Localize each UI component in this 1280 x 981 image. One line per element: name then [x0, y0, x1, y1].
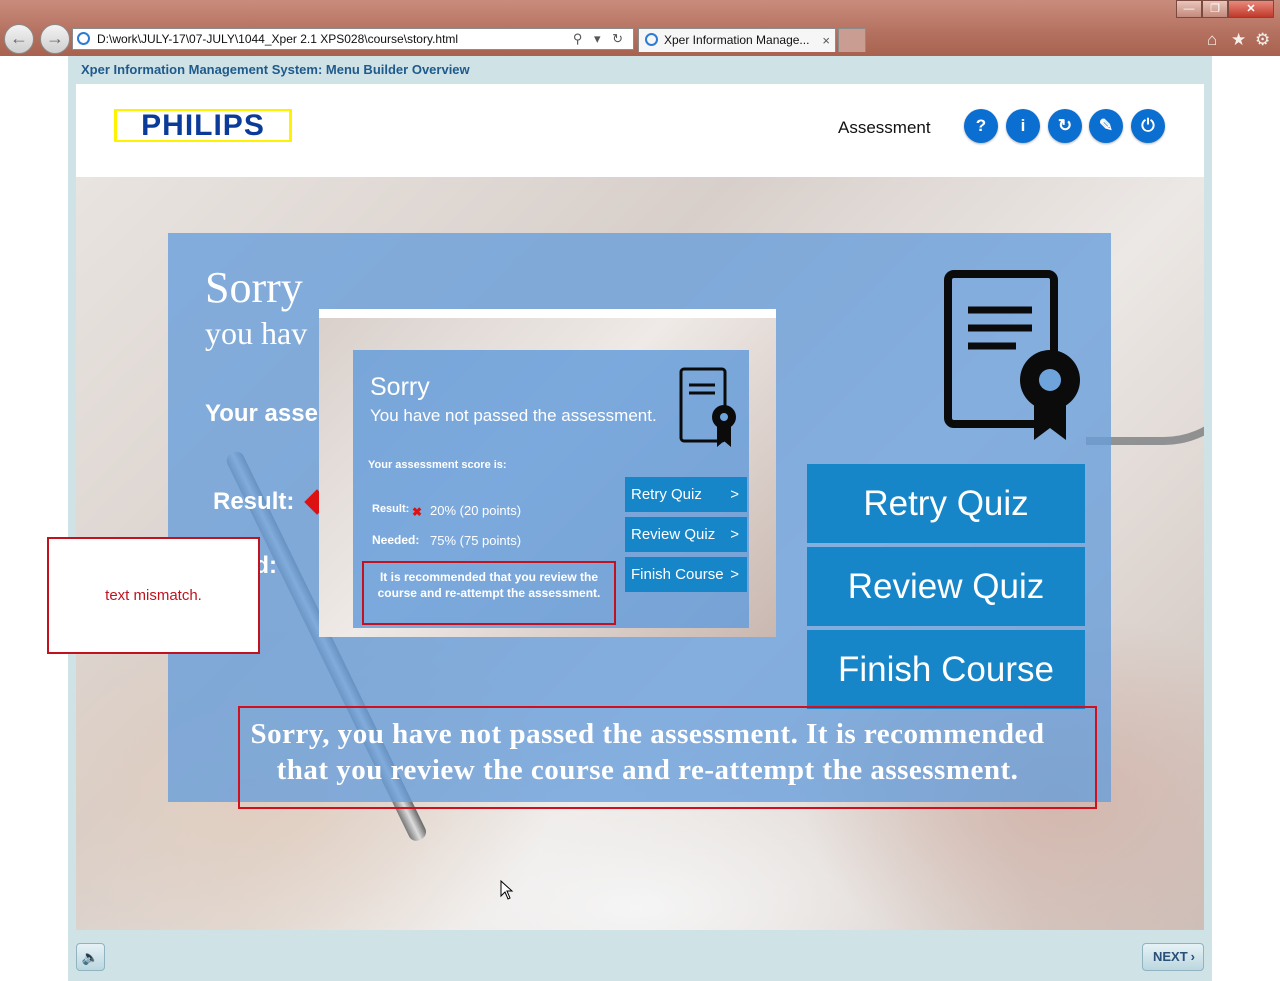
- reference-needed-value: 75% (75 points): [430, 533, 522, 548]
- finish-course-button[interactable]: Finish Course: [807, 630, 1085, 709]
- info-icon: i: [1020, 116, 1026, 135]
- home-icon[interactable]: ⌂: [1207, 30, 1217, 50]
- reference-heading: Sorry: [370, 373, 430, 401]
- mismatch-note: text mismatch.: [47, 537, 260, 654]
- certificate-icon: [944, 270, 1080, 440]
- reference-recommendation: It is recommended that you review the co…: [362, 561, 616, 625]
- address-url: D:\work\JULY-17\07-JULY\1044_Xper 2.1 XP…: [97, 32, 459, 46]
- chevron-right-icon: >: [730, 526, 739, 543]
- new-tab-button[interactable]: [838, 28, 866, 52]
- back-icon: ←: [10, 28, 28, 48]
- chevron-right-icon: >: [730, 486, 739, 503]
- power-icon: ⏻: [1141, 116, 1155, 135]
- back-button[interactable]: ←: [4, 24, 34, 54]
- result-heading: Sorry: [205, 263, 303, 312]
- ie-page-icon: [77, 32, 90, 45]
- speaker-icon: 🔈: [81, 949, 100, 965]
- minimize-button[interactable]: —: [1176, 0, 1202, 18]
- reference-certificate-icon: [679, 367, 736, 447]
- replay-icon: ↻: [1057, 116, 1073, 135]
- audio-button[interactable]: 🔈: [76, 943, 105, 971]
- forward-button[interactable]: →: [40, 24, 70, 54]
- help-button[interactable]: ?: [964, 109, 998, 143]
- next-label: NEXT: [1153, 949, 1188, 964]
- next-button[interactable]: NEXT ›: [1142, 943, 1204, 971]
- help-icon: ?: [975, 116, 987, 135]
- philips-logo: PHILIPS: [114, 109, 292, 142]
- course-title: Xper Information Management System: Menu…: [81, 62, 470, 77]
- result-label: Result:: [213, 488, 295, 515]
- edit-icon: ✎: [1098, 116, 1114, 135]
- chevron-right-icon: >: [730, 566, 739, 583]
- review-quiz-button[interactable]: Review Quiz: [807, 547, 1085, 626]
- browser-tab[interactable]: Xper Information Manage... ×: [638, 28, 836, 52]
- info-button[interactable]: i: [1006, 109, 1040, 143]
- replay-button[interactable]: ↻: [1048, 109, 1082, 143]
- reference-review-quiz-button: Review Quiz >: [625, 517, 747, 552]
- address-tools-icon[interactable]: ⚲ ▾ ↻: [573, 29, 627, 49]
- caption-text: Sorry, you have not passed the assessmen…: [238, 706, 1097, 809]
- favorites-icon[interactable]: ★: [1231, 30, 1246, 50]
- ie-tab-icon: [645, 33, 658, 46]
- section-label: Assessment: [838, 118, 931, 137]
- reference-score-label: Your assessment score is:: [368, 459, 507, 471]
- settings-icon[interactable]: ⚙: [1255, 30, 1270, 50]
- reference-needed-label: Needed:: [372, 533, 420, 547]
- tab-title: Xper Information Manage...: [664, 33, 810, 47]
- tab-close-icon[interactable]: ×: [822, 29, 830, 52]
- close-window-button[interactable]: ✕: [1228, 0, 1274, 18]
- reference-retry-quiz-button: Retry Quiz >: [625, 477, 747, 512]
- reference-fail-x-icon: ✖: [412, 505, 423, 519]
- power-button[interactable]: ⏻: [1131, 109, 1165, 143]
- result-subtitle: you hav: [205, 315, 308, 351]
- restore-button[interactable]: ❐: [1202, 0, 1228, 18]
- reference-subtitle: You have not passed the assessment.: [370, 406, 657, 425]
- score-label: Your asse: [205, 400, 318, 427]
- reference-result-value: 20% (20 points): [430, 503, 522, 518]
- chevron-right-icon: ›: [1190, 949, 1195, 964]
- address-bar[interactable]: D:\work\JULY-17\07-JULY\1044_Xper 2.1 XP…: [72, 28, 634, 50]
- edit-button[interactable]: ✎: [1089, 109, 1123, 143]
- retry-quiz-button[interactable]: Retry Quiz: [807, 464, 1085, 543]
- reference-finish-course-button: Finish Course >: [625, 557, 747, 592]
- mouse-cursor-icon: [500, 880, 514, 900]
- reference-result-label: Result:: [372, 503, 410, 515]
- forward-icon: →: [46, 28, 64, 48]
